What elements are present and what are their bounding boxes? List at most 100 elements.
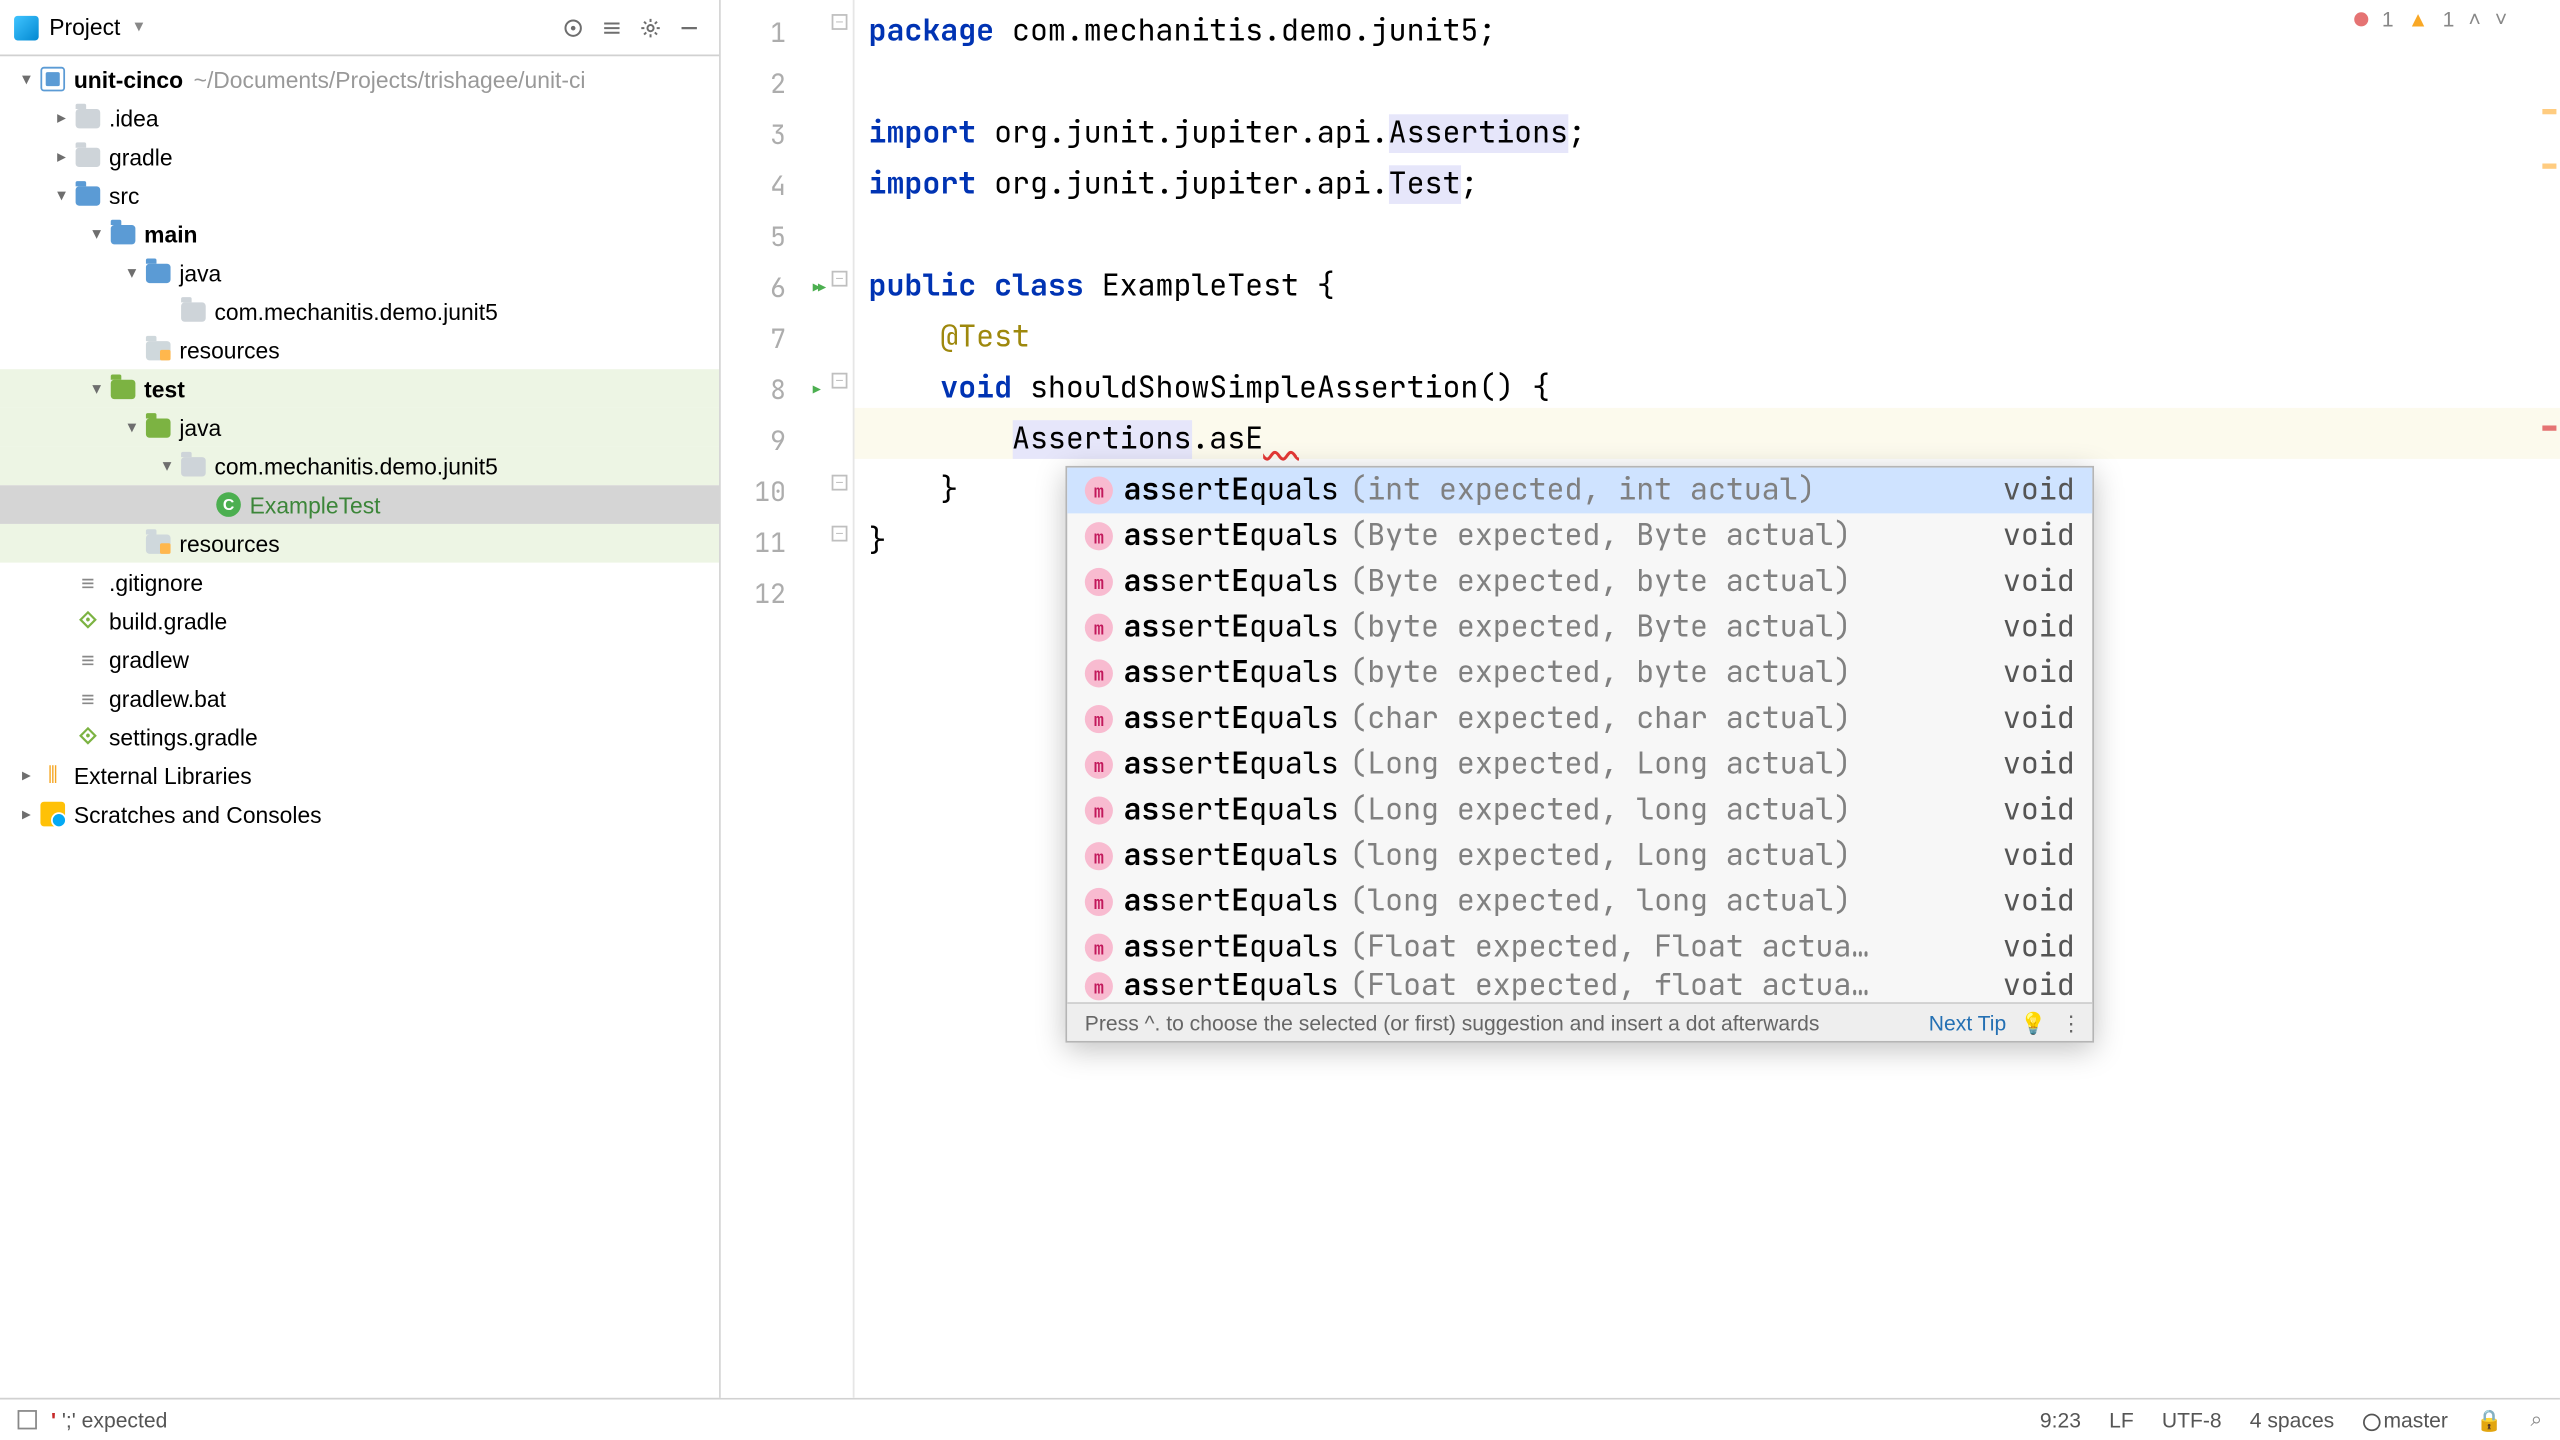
bulb-icon[interactable]: 💡 [2020, 1010, 2046, 1035]
completion-item[interactable]: massertEquals(byte expected, byte actual… [1067, 651, 2092, 697]
tree-node[interactable]: ▸resources [0, 524, 719, 563]
prev-highlight-button[interactable]: ˄ [2468, 7, 2480, 32]
line-separator[interactable]: LF [2109, 1407, 2134, 1432]
fold-toggle-icon[interactable]: − [832, 14, 848, 30]
completion-params: (byte expected, byte actual) [1349, 654, 1851, 693]
method-icon: m [1085, 842, 1113, 870]
file-encoding[interactable]: UTF-8 [2162, 1407, 2222, 1432]
tree-node[interactable]: ▾ com.mechanitis.demo.junit5 [0, 447, 719, 486]
project-tree[interactable]: ▾ unit-cinco ~/Documents/Projects/trishage… [0, 56, 719, 1398]
tree-node-label: gradle [109, 143, 173, 169]
warning-marker[interactable] [2542, 109, 2556, 114]
tree-node[interactable]: ▸≡gradlew.bat [0, 679, 719, 718]
tree-node[interactable]: ▸CExampleTest [0, 485, 719, 524]
fold-toggle-icon[interactable]: − [832, 271, 848, 287]
completion-item[interactable]: massertEquals(int expected, int actual)v… [1067, 468, 2092, 514]
chevron-down-icon[interactable]: ▾ [84, 224, 109, 243]
completion-item[interactable]: massertEquals(Byte expected, Byte actual… [1067, 513, 2092, 559]
error-marker[interactable] [2542, 425, 2556, 430]
chevron-down-icon[interactable]: ▾ [120, 263, 145, 282]
completion-item[interactable]: massertEquals(long expected, long actual… [1067, 879, 2092, 925]
test-folder-icon [144, 413, 172, 441]
completion-item[interactable]: massertEquals(Float expected, Float actu… [1067, 925, 2092, 971]
editor-gutter[interactable]: 123456▸78▸9101112−−−−− [721, 0, 855, 1398]
tree-node-label: .gitignore [109, 569, 203, 595]
next-highlight-button[interactable]: ˅ [2495, 7, 2507, 32]
minimize-panel-button[interactable] [673, 11, 705, 43]
tree-node[interactable]: ▾java [0, 253, 719, 292]
completion-item[interactable]: massertEquals(Long expected, long actual… [1067, 788, 2092, 834]
completion-params: (char expected, char actual) [1349, 700, 1851, 739]
chevron-down-icon[interactable]: ▾ [49, 185, 74, 204]
chevron-right-icon[interactable]: ▸ [49, 147, 74, 166]
status-search-icon[interactable]: ⌕ [2531, 1407, 2543, 1433]
readonly-toggle-icon[interactable]: 🔒 [2476, 1407, 2502, 1432]
chevron-right-icon[interactable]: ▸ [14, 804, 39, 823]
completion-item[interactable]: massertEquals(Float expected, float actu… [1067, 971, 2092, 1003]
code-line[interactable] [869, 58, 2560, 109]
tree-node[interactable]: ▸Scratches and Consoles [0, 795, 719, 834]
completion-item[interactable]: massertEquals(long expected, Long actual… [1067, 833, 2092, 879]
fold-toggle-icon[interactable]: − [832, 526, 848, 542]
code-line[interactable]: public class ExampleTest { [869, 262, 2560, 313]
tree-node[interactable]: ▸≡gradlew [0, 640, 719, 679]
completion-item[interactable]: massertEquals(Byte expected, byte actual… [1067, 559, 2092, 605]
settings-gear-icon[interactable] [635, 11, 667, 43]
tree-node[interactable]: ▸resources [0, 331, 719, 370]
test-folder-icon [109, 374, 137, 402]
chevron-right-icon[interactable]: ▸ [14, 766, 39, 785]
tree-node-label: unit-cinco [74, 66, 183, 92]
code-line[interactable]: import org.junit.jupiter.api.Test; [869, 160, 2560, 211]
expand-all-button[interactable] [596, 11, 628, 43]
cursor-position[interactable]: 9:23 [2040, 1407, 2081, 1432]
chevron-down-icon[interactable]: ▾ [155, 456, 180, 475]
code-line[interactable]: Assertions.asE [869, 415, 2560, 466]
tree-node[interactable]: ▾main [0, 215, 719, 254]
run-gutter-icon[interactable]: ▸ [809, 372, 825, 407]
tree-node[interactable]: ▸com.mechanitis.demo.junit5 [0, 292, 719, 331]
chevron-down-icon[interactable]: ▾ [84, 379, 109, 398]
tree-node-label: com.mechanitis.demo.junit5 [215, 453, 498, 479]
fold-toggle-icon[interactable]: − [832, 373, 848, 389]
chevron-right-icon[interactable]: ▸ [49, 108, 74, 127]
completion-return-type: void [2003, 837, 2075, 876]
completion-item[interactable]: massertEquals(Long expected, Long actual… [1067, 742, 2092, 788]
indent-settings[interactable]: 4 spaces [2250, 1407, 2334, 1432]
tree-node-label: gradlew [109, 646, 189, 672]
code-line[interactable]: import org.junit.jupiter.api.Assertions; [869, 109, 2560, 160]
more-options-icon[interactable]: ⋮ [2061, 1010, 2082, 1035]
code-line[interactable]: void shouldShowSimpleAssertion() { [869, 364, 2560, 415]
code-line[interactable] [869, 211, 2560, 262]
tree-node[interactable]: ▸⟐settings.gradle [0, 717, 719, 756]
tree-node[interactable]: ▾java [0, 408, 719, 447]
tree-node[interactable]: ▸.idea [0, 98, 719, 137]
run-gutter-icon[interactable]: ▸ [809, 270, 825, 305]
tree-node-label: resources [179, 530, 279, 556]
chevron-down-icon[interactable]: ▾ [14, 69, 39, 88]
error-stripe[interactable] [2539, 0, 2560, 1398]
tree-node[interactable]: ▾src [0, 176, 719, 215]
fold-toggle-icon[interactable]: − [832, 475, 848, 491]
chevron-down-icon[interactable]: ▾ [120, 418, 145, 437]
code-line[interactable]: package com.mechanitis.demo.junit5; [869, 7, 2560, 58]
fold-strip[interactable]: − − − − − [828, 0, 853, 1398]
tree-node[interactable]: ▸⫴External Libraries [0, 756, 719, 795]
git-branch[interactable]: master [2362, 1407, 2448, 1432]
warning-marker[interactable] [2542, 164, 2556, 169]
tree-node[interactable]: ▾ test [0, 369, 719, 408]
completion-item[interactable]: massertEquals(char expected, char actual… [1067, 696, 2092, 742]
code-completion-popup[interactable]: massertEquals(int expected, int actual)v… [1065, 466, 2094, 1043]
tree-node[interactable]: ▸⟐build.gradle [0, 601, 719, 640]
code-line[interactable]: @Test [869, 313, 2560, 364]
tool-window-quick-access-button[interactable] [18, 1410, 37, 1429]
tree-node-label: test [144, 375, 185, 401]
tree-node[interactable]: ▾ unit-cinco ~/Documents/Projects/trishage… [0, 60, 719, 99]
tree-node-path: ~/Documents/Projects/trishagee/unit-ci [194, 66, 586, 92]
completion-item[interactable]: massertEquals(byte expected, Byte actual… [1067, 605, 2092, 651]
tree-node[interactable]: ▸ gradle [0, 137, 719, 176]
select-opened-file-button[interactable] [557, 11, 589, 43]
tree-node[interactable]: ▸≡.gitignore [0, 563, 719, 602]
next-tip-link[interactable]: Next Tip [1929, 1010, 2006, 1035]
project-view-selector[interactable]: Project ▾ [14, 14, 550, 40]
inspection-widget[interactable]: 1 ▲ 1 ˄ ˅ [2354, 7, 2507, 32]
